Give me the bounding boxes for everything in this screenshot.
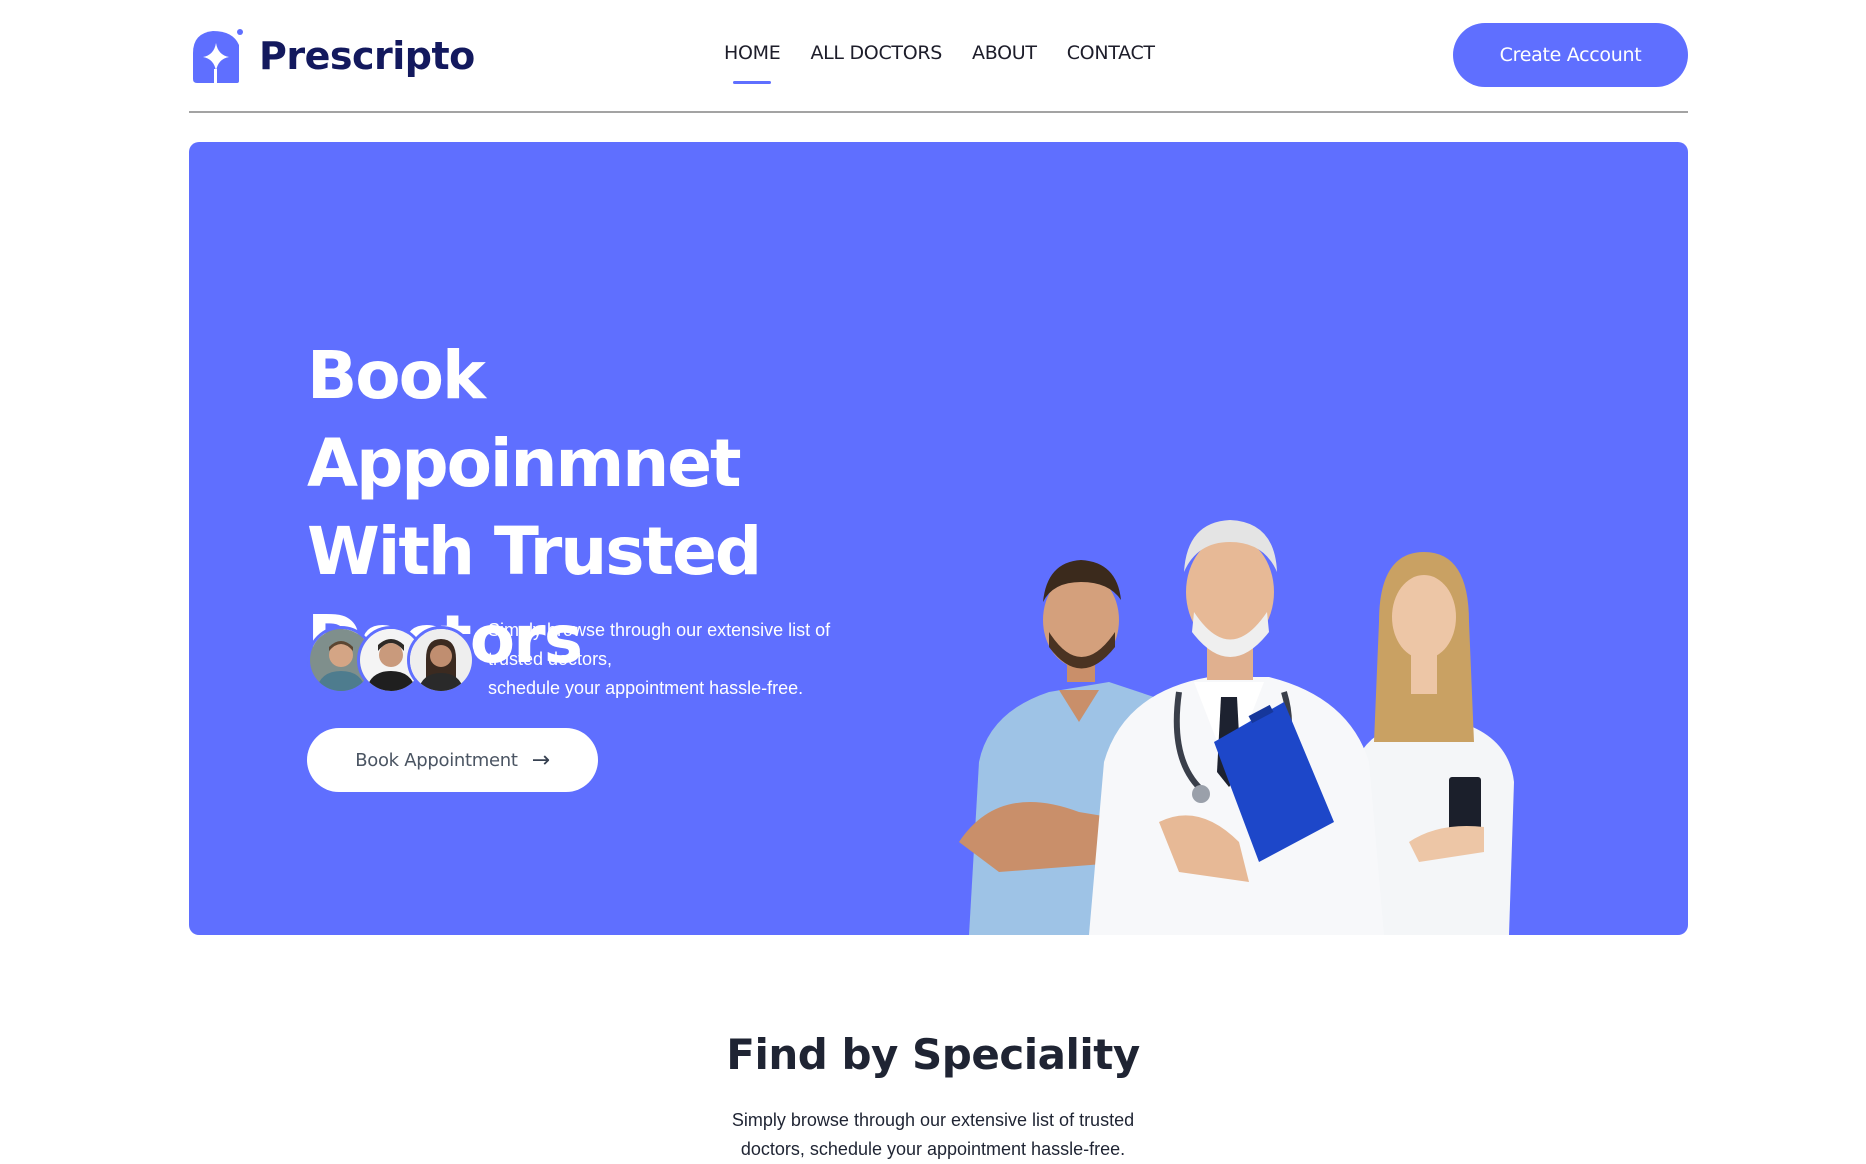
main-menu: HOME ALL DOCTORS ABOUT CONTACT [724,42,1155,84]
speciality-title: Find by Speciality [726,1030,1140,1079]
nav-item-about[interactable]: ABOUT [972,42,1037,64]
hero-title-line: With Trusted [307,513,762,590]
nav-item-all-doctors[interactable]: ALL DOCTORS [810,42,942,64]
nav-item-contact[interactable]: CONTACT [1067,42,1155,64]
nav-item-label: HOME [724,42,781,64]
avatar [407,626,475,694]
book-appointment-button[interactable]: Book Appointment → [307,728,598,792]
hero-description-line: trusted doctors, [488,649,613,669]
logo[interactable]: Prescripto [189,27,475,85]
arrow-right-icon: → [531,747,550,773]
doctor-senior [1089,520,1384,935]
avatar-group [307,626,475,694]
hero-description: Simply browse through our extensive list… [488,616,918,703]
book-appointment-label: Book Appointment [355,749,518,771]
create-account-button[interactable]: Create Account [1453,23,1688,87]
doctors-illustration [959,520,1514,935]
active-indicator [733,81,772,84]
hero-description-line: schedule your appointment hassle-free. [488,678,804,698]
hero-description-line: Simply browse through our extensive list… [488,620,831,640]
speciality-description-line: doctors, schedule your appointment hassl… [740,1139,1126,1159]
speciality-description: Simply browse through our extensive list… [0,1106,1866,1164]
speciality-description-line: Simply browse through our extensive list… [731,1110,1135,1130]
brand-name: Prescripto [259,34,475,78]
logo-icon [193,29,243,83]
nav-item-label: CONTACT [1066,42,1155,64]
hero-banner: Book Appoinmnet With Trusted Doctors [189,142,1688,935]
nav-item-label: ABOUT [972,42,1037,64]
hero-title-line: Book Appoinmnet [307,337,742,502]
navbar: Prescripto HOME ALL DOCTORS ABOUT CONTAC… [189,0,1688,113]
nav-item-label: ALL DOCTORS [810,42,943,64]
nav-item-home[interactable]: HOME [724,42,781,84]
